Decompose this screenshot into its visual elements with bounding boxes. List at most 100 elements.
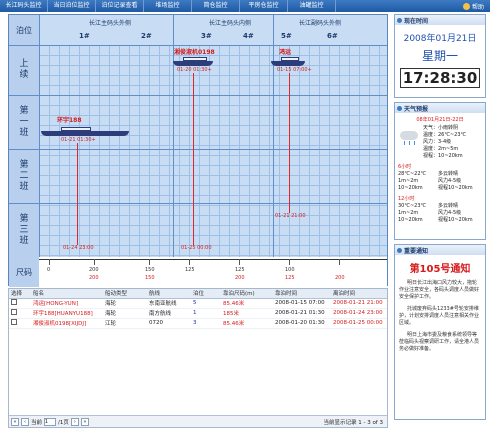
table-row[interactable]: 环宇188[HUANYU188] 海轮 南方航线 1 185米 2008-01-…	[9, 308, 387, 319]
ruler-tick	[239, 259, 240, 265]
vessel-duration-line	[193, 73, 194, 245]
vessel-name-xiangjun[interactable]: 湘俊淑机0198	[174, 47, 215, 56]
row-checkbox[interactable]	[11, 299, 17, 305]
row-label-text: 班	[19, 235, 29, 246]
page-label-prefix: 当前	[31, 419, 43, 426]
berth-num-5: 5#	[281, 32, 292, 40]
page-label-suffix: /1页	[58, 419, 69, 426]
row-label-text: 第	[19, 105, 29, 116]
cell-arrive: 2008-01-20 01:30	[273, 318, 331, 329]
ruler: 0 200 150 125 125 100 200 150 200 125 20…	[39, 257, 387, 287]
tab-silo[interactable]: 简仓监控	[192, 0, 240, 12]
forecast-left: 12小时 30℃~23℃ 1m~2m 10~20km	[398, 196, 438, 224]
section-title-2: 长江主码头内侧	[209, 20, 252, 27]
row-select-cell	[9, 298, 31, 309]
row-checkbox[interactable]	[11, 319, 17, 325]
tab-daily-berth[interactable]: 当日泊位监控	[48, 0, 96, 12]
clock-weekday: 星期一	[421, 49, 458, 63]
berth-records-table: 选择 船名 船动类型 航线 泊位 靠泊尺码(m) 靠泊时间 离泊时间 鸿运[HO…	[8, 288, 388, 428]
weather-line: 温度：2m~5m	[423, 146, 459, 152]
clock-date: 2008年01月21日	[403, 34, 477, 44]
row-label-shift-1: 第一班	[9, 95, 39, 149]
last-page-button[interactable]: »	[80, 417, 89, 426]
vessel-end-hongyun: 01-21 21:00	[275, 213, 306, 219]
tab-yard[interactable]: 堆场监控	[144, 0, 192, 12]
col-size[interactable]: 靠泊尺码(m)	[221, 289, 273, 299]
berth-num-1: 1#	[79, 32, 90, 40]
table-row[interactable]: 鸿运[HONG-YUN] 海轮 东南亚航线 5 85.46米 2008-01-1…	[9, 298, 387, 309]
row-checkbox[interactable]	[11, 309, 17, 315]
vessel-end-xiangjun: 01-25 00:00	[181, 245, 212, 251]
col-ship-name[interactable]: 船名	[31, 289, 103, 299]
col-select: 选择	[9, 289, 31, 299]
forecast-12h: 12小时 30℃~23℃ 1m~2m 10~20km 多云转晴 风力4-5级 视…	[395, 194, 485, 226]
cell-ship-name[interactable]: 湘俊淑机0198[XIJDJ]	[31, 318, 103, 329]
forecast-right: 多云转晴 风力4-5级 视程10~20km	[438, 164, 473, 192]
row-label-shift-2: 第二班	[9, 149, 39, 203]
row-label-text: 三	[19, 224, 29, 235]
help-button[interactable]: 帮助	[462, 2, 490, 11]
berth-num-6: 6#	[327, 32, 338, 40]
forecast-line: 1m~2m	[398, 178, 419, 184]
ruler-tick-label: 150	[145, 275, 155, 281]
ruler-tick-label: 200	[89, 275, 99, 281]
ship-hull	[271, 61, 305, 66]
cell-size: 85.46米	[221, 298, 273, 309]
cell-ship-type: 海轮	[103, 298, 147, 309]
weather-panel-title: 天气预报	[395, 103, 485, 113]
cell-ship-name[interactable]: 鸿运[HONG-YUN]	[31, 298, 103, 309]
berth-chart: 泊位 长江主码头外侧 长江主码头内侧 长江副码头外侧 1# 2# 3# 4# 5…	[8, 14, 388, 287]
rain-drop	[409, 141, 410, 145]
weather-panel: 天气预报 08年01月21日-22日 天气：小雨转阴 温度：26℃~23℃ 风力…	[394, 102, 486, 240]
tab-oil-tank[interactable]: 油罐监控	[288, 0, 336, 12]
ruler-line	[39, 259, 387, 260]
weather-today: 天气：小雨转阴 温度：26℃~23℃ 风力：3-4级 温度：2m~5m 视程：1…	[395, 123, 485, 162]
ruler-tick-label: 200	[335, 275, 345, 281]
next-page-button[interactable]: ›	[70, 417, 79, 426]
cell-berth: 5	[191, 298, 221, 309]
col-arrive[interactable]: 靠泊时间	[273, 289, 331, 299]
vessel-name-huanyu[interactable]: 环宇188	[57, 115, 82, 124]
col-leave[interactable]: 离泊时间	[331, 289, 387, 299]
prev-page-button[interactable]: ‹	[21, 417, 29, 426]
tab-berth-records[interactable]: 泊位记录查看	[96, 0, 144, 12]
ruler-tick-label: 0	[47, 267, 51, 273]
rain-drop	[414, 141, 415, 145]
right-sidebar: 现在时间 2008年01月21日 星期一 17:28:30 天气预报 08年01…	[394, 14, 486, 424]
col-ship-type[interactable]: 船动类型	[103, 289, 147, 299]
grid-line	[9, 95, 387, 96]
forecast-line: 视程10~20km	[438, 217, 473, 223]
bullet-icon	[397, 105, 402, 111]
row-label-text: 上	[19, 59, 29, 69]
ruler-tick	[49, 259, 50, 265]
ruler-tick-label: 200	[89, 267, 99, 273]
cell-berth: 1	[191, 308, 221, 319]
ruler-tick-label: 200	[235, 275, 245, 281]
table-row[interactable]: 湘俊淑机0198[XIJDJ] 江轮 0720 3 85.46米 2008-01…	[9, 318, 387, 329]
row-label-text: 续	[19, 70, 29, 80]
vessel-name-hongyun[interactable]: 鸿运	[279, 47, 291, 56]
notice-heading: 第105号通知	[409, 264, 471, 275]
row-label-text: 班	[19, 127, 29, 138]
page-number-input[interactable]	[44, 417, 57, 426]
weather-today-details: 天气：小雨转阴 温度：26℃~23℃ 风力：3-4级 温度：2m~5m 视程：1…	[423, 125, 466, 160]
col-route[interactable]: 航线	[147, 289, 191, 299]
row-label-text: 第	[19, 213, 29, 224]
forecast-line: 风力4-5级	[438, 210, 462, 216]
first-page-button[interactable]: «	[11, 417, 19, 426]
cell-berth: 3	[191, 318, 221, 329]
cell-ship-name[interactable]: 环宇188[HUANYU188]	[31, 308, 103, 319]
col-berth[interactable]: 泊位	[191, 289, 221, 299]
cell-route: 南方航线	[147, 308, 191, 319]
cell-arrive: 2008-01-21 01:30	[273, 308, 331, 319]
ruler-tick-label: 125	[285, 275, 295, 281]
record-summary: 当前显示记录 1 - 3 of 3	[323, 419, 383, 426]
row-select-cell	[9, 308, 31, 319]
tab-yangtze-dock[interactable]: 长江码头监控	[0, 0, 48, 12]
tab-warehouse[interactable]: 平房仓监控	[240, 0, 288, 12]
forecast-line: 多云转晴	[438, 203, 459, 209]
cell-route: 0720	[147, 318, 191, 329]
cell-size: 185米	[221, 308, 273, 319]
grid-line	[9, 203, 387, 204]
forecast-line: 28℃~22℃	[398, 171, 427, 177]
